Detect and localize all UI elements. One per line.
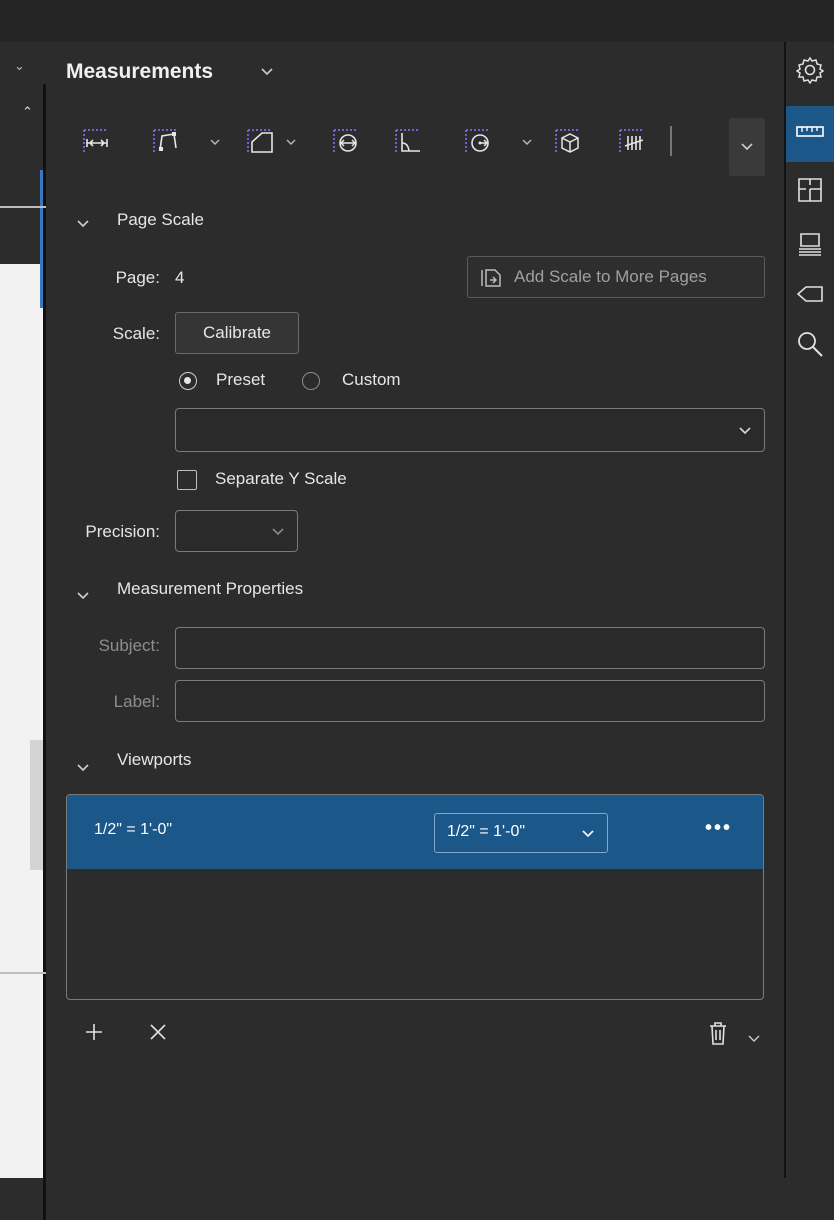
page-scale-section-title[interactable]: Page Scale bbox=[117, 210, 204, 230]
count-tool-icon[interactable] bbox=[618, 128, 648, 154]
document-selection-edge bbox=[40, 170, 43, 308]
precision-label: Precision: bbox=[85, 522, 160, 541]
preset-radio[interactable] bbox=[179, 372, 197, 390]
chevron-down-icon bbox=[582, 830, 594, 838]
subject-label: Subject: bbox=[98, 636, 160, 655]
trash-icon[interactable] bbox=[706, 1020, 730, 1051]
calibrate-button[interactable]: Calibrate bbox=[175, 312, 299, 354]
diameter-tool-icon[interactable] bbox=[332, 128, 362, 154]
viewport-row[interactable]: 1/2" = 1'-0" 1/2" = 1'-0" ••• bbox=[67, 795, 763, 869]
document-rule-line bbox=[0, 206, 46, 208]
trash-chevron-down-icon[interactable] bbox=[748, 1028, 760, 1048]
settings-icon[interactable] bbox=[795, 56, 825, 85]
viewports-collapse-icon[interactable] bbox=[76, 758, 90, 778]
subject-input[interactable] bbox=[175, 627, 765, 669]
precision-select[interactable] bbox=[175, 510, 298, 552]
page-scale-collapse-icon[interactable] bbox=[76, 214, 90, 234]
scale-label: Scale: bbox=[112, 324, 160, 343]
measurements-panel: Measurements Page Scale Page: 4 Add Scal… bbox=[46, 42, 784, 1178]
viewport-more-options-icon[interactable]: ••• bbox=[705, 817, 732, 840]
viewports-section-title[interactable]: Viewports bbox=[117, 750, 191, 770]
custom-radio[interactable] bbox=[302, 372, 320, 390]
custom-label: Custom bbox=[342, 370, 401, 389]
separate-y-scale-label: Separate Y Scale bbox=[215, 469, 347, 488]
chevron-down-icon bbox=[739, 427, 751, 435]
tags-icon[interactable] bbox=[796, 280, 824, 308]
measurement-properties-collapse-icon[interactable] bbox=[76, 586, 90, 606]
chevron-down-icon[interactable]: ⌄ bbox=[14, 58, 25, 74]
viewport-scale-value: 1/2" = 1'-0" bbox=[447, 823, 526, 840]
volume-tool-icon[interactable] bbox=[554, 128, 584, 154]
length-tool-icon[interactable] bbox=[82, 128, 112, 154]
angle-tool-icon[interactable] bbox=[394, 128, 424, 154]
viewport-name: 1/2" = 1'-0" bbox=[94, 821, 173, 838]
document-scrollbar-thumb[interactable] bbox=[30, 740, 43, 870]
label-input[interactable] bbox=[175, 680, 765, 722]
right-tool-rail bbox=[784, 42, 834, 1178]
area-tool-icon[interactable] bbox=[246, 128, 276, 154]
panel-title-chevron-down-icon[interactable] bbox=[260, 64, 274, 81]
separate-y-scale-checkbox[interactable] bbox=[177, 470, 197, 490]
viewports-list: 1/2" = 1'-0" 1/2" = 1'-0" ••• bbox=[66, 794, 764, 1000]
page-number: 4 bbox=[175, 268, 185, 287]
calibrate-label: Calibrate bbox=[202, 323, 272, 342]
scroll-up-icon[interactable]: ⌃ bbox=[22, 104, 33, 120]
radius-tool-icon[interactable] bbox=[464, 128, 494, 154]
markups-list-icon[interactable] bbox=[796, 230, 824, 258]
preset-scale-select[interactable] bbox=[175, 408, 765, 452]
measurement-properties-section-title[interactable]: Measurement Properties bbox=[117, 579, 303, 599]
polylength-tool-icon[interactable] bbox=[152, 128, 182, 154]
copy-pages-icon bbox=[481, 269, 501, 287]
viewport-scale-select[interactable]: 1/2" = 1'-0" bbox=[434, 813, 608, 853]
document-view-strip: ⌄ ⌃ bbox=[0, 42, 46, 1220]
page-label: Page: bbox=[115, 268, 160, 287]
toolbar-separator bbox=[670, 126, 672, 156]
plus-icon[interactable] bbox=[84, 1022, 104, 1047]
chevron-down-icon bbox=[272, 528, 284, 536]
spaces-icon[interactable] bbox=[796, 176, 824, 204]
polylength-tool-chevron-down-icon[interactable] bbox=[210, 134, 220, 149]
measurements-icon[interactable] bbox=[786, 106, 834, 162]
search-icon[interactable] bbox=[796, 330, 824, 358]
add-scale-to-more-pages-button[interactable]: Add Scale to More Pages bbox=[467, 256, 765, 298]
radius-tool-chevron-down-icon[interactable] bbox=[522, 134, 532, 149]
area-tool-chevron-down-icon[interactable] bbox=[286, 134, 296, 149]
document-rule-line bbox=[0, 972, 46, 974]
panel-title[interactable]: Measurements bbox=[66, 60, 213, 84]
chevron-down-icon bbox=[741, 143, 753, 151]
preset-label: Preset bbox=[216, 370, 266, 389]
app-top-bar bbox=[0, 0, 834, 43]
close-icon[interactable] bbox=[148, 1022, 168, 1047]
label-field-label: Label: bbox=[113, 692, 160, 711]
add-scale-label: Add Scale to More Pages bbox=[514, 267, 707, 286]
toolbar-more-button[interactable] bbox=[729, 118, 765, 176]
